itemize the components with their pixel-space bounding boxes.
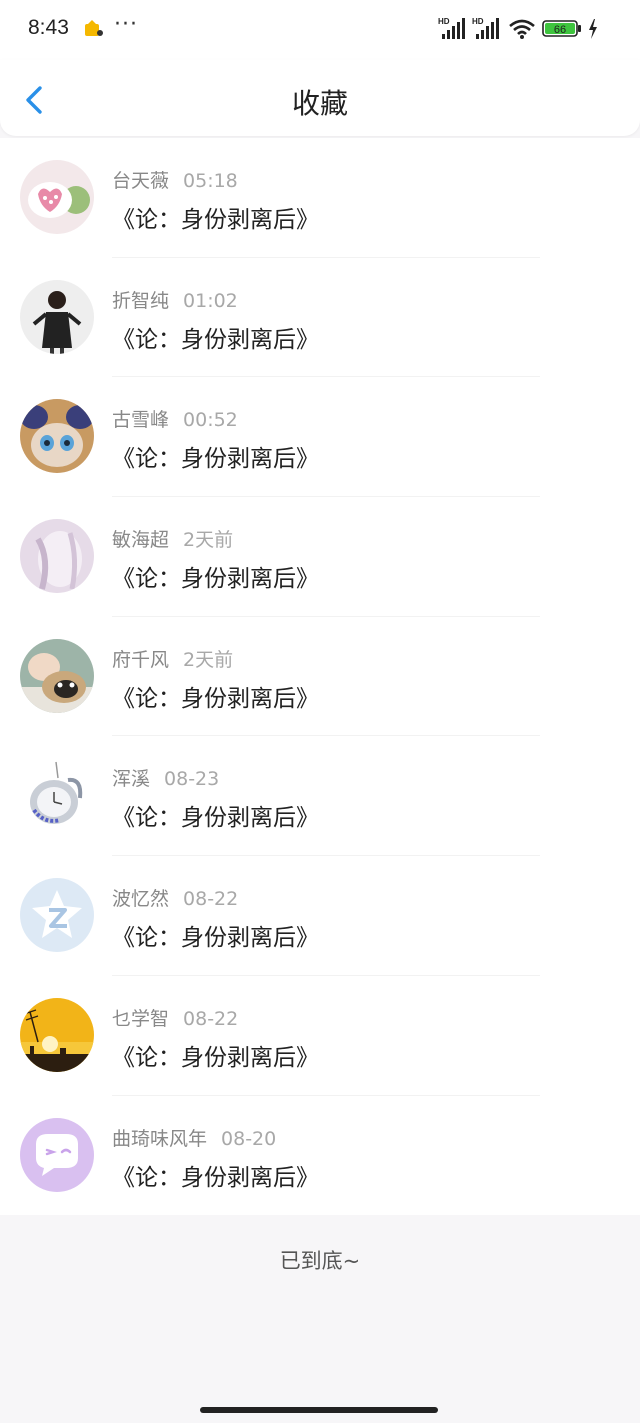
item-time: 08-22	[183, 1007, 239, 1030]
item-title[interactable]: 《论：身份剥离后》	[112, 1038, 319, 1072]
item-author: 浑溪 08-23	[112, 764, 219, 791]
battery-icon: 66	[542, 20, 581, 37]
app-notification-icon	[85, 20, 103, 36]
list-item[interactable]: 古雪峰 00:52 《论：身份剥离后》	[0, 377, 640, 498]
avatar[interactable]	[20, 160, 94, 234]
item-author: 台天薇 05:18	[112, 166, 238, 193]
list-item[interactable]: 府千风 2天前 《论：身份剥离后》	[0, 617, 640, 737]
author-name: 府千风	[112, 648, 170, 671]
avatar[interactable]	[20, 519, 94, 594]
item-time: 2天前	[183, 648, 234, 671]
avatar[interactable]	[20, 997, 94, 1072]
author-name: 折智纯	[112, 289, 170, 312]
hd-signal-icon: HD	[438, 17, 465, 39]
author-name: 乜学智	[112, 1007, 170, 1030]
item-time: 08-20	[221, 1127, 277, 1150]
item-time: 01:02	[183, 289, 238, 312]
avatar[interactable]	[20, 638, 94, 713]
item-time: 08-23	[164, 768, 220, 791]
item-author: 折智纯 01:02	[112, 286, 238, 313]
item-time: 2天前	[183, 529, 234, 552]
author-name: 浑溪	[112, 768, 151, 791]
item-author: 曲琦味风年 08-20	[112, 1124, 276, 1151]
item-author: 古雪峰 00:52	[112, 405, 238, 432]
list-item[interactable]: 乜学智 08-22 《论：身份剥离后》	[0, 976, 640, 1096]
author-name: 台天薇	[112, 170, 170, 192]
author-name: 曲琦味风年	[112, 1127, 208, 1150]
page-title: 收藏	[291, 87, 348, 120]
item-time: 08-22	[183, 888, 239, 911]
item-title[interactable]: 《论：身份剥离后》	[112, 320, 319, 354]
list-item[interactable]: 折智纯 01:02 《论：身份剥离后》	[0, 258, 640, 378]
header-bar: 收藏	[0, 60, 640, 136]
charging-icon	[589, 19, 597, 39]
item-time: 00:52	[183, 409, 238, 432]
author-name: 敏海超	[112, 529, 170, 552]
author-name: 古雪峰	[112, 409, 170, 432]
item-title[interactable]: 《论：身份剥离后》	[112, 679, 319, 713]
item-title[interactable]: 《论：身份剥离后》	[112, 1158, 319, 1192]
more-dots-icon: ···	[114, 12, 138, 37]
svg-text:66: 66	[554, 24, 566, 36]
list-item[interactable]: 曲琦味风年 08-20 《论：身份剥离后》	[0, 1096, 640, 1216]
home-indicator[interactable]	[200, 1407, 438, 1413]
item-title[interactable]: 《论：身份剥离后》	[112, 439, 319, 473]
avatar[interactable]	[20, 758, 94, 833]
item-time: 05:18	[183, 170, 238, 192]
item-title[interactable]: 《论：身份剥离后》	[112, 798, 319, 832]
end-of-list-text: 已到底~	[279, 1249, 361, 1273]
item-title[interactable]: 《论：身份剥离后》	[112, 918, 319, 952]
wifi-icon	[509, 19, 535, 39]
author-name: 波忆然	[112, 888, 170, 911]
favorites-list: 台天薇 05:18 《论：身份剥离后》 折智纯 01:02 《论：身份剥离后》	[0, 138, 640, 1215]
list-footer: 已到底~	[0, 1215, 640, 1423]
list-item[interactable]: 台天薇 05:18 《论：身份剥离后》	[0, 138, 640, 258]
item-title[interactable]: 《论：身份剥离后》	[112, 559, 319, 593]
hd-signal-icon: HD	[472, 17, 499, 39]
status-bar: 8:43 ··· HD HD 66	[0, 0, 640, 60]
list-item[interactable]: 敏海超 2天前 《论：身份剥离后》	[0, 497, 640, 617]
avatar[interactable]	[20, 279, 94, 354]
status-icons: HD HD 66	[438, 16, 608, 42]
avatar[interactable]	[20, 399, 94, 474]
list-item[interactable]: 波忆然 08-22 《论：身份剥离后》	[0, 856, 640, 976]
list-item[interactable]: 浑溪 08-23 《论：身份剥离后》	[0, 736, 640, 857]
item-author: 乜学智 08-22	[112, 1004, 238, 1031]
avatar[interactable]	[20, 878, 94, 953]
item-author: 府千风 2天前	[112, 645, 233, 672]
svg-text:HD: HD	[472, 17, 484, 26]
status-time: 8:43	[28, 16, 69, 39]
svg-text:HD: HD	[438, 17, 450, 26]
item-author: 波忆然 08-22	[112, 884, 238, 911]
item-title[interactable]: 《论：身份剥离后》	[112, 200, 319, 234]
avatar[interactable]	[20, 1117, 94, 1192]
item-author: 敏海超 2天前	[112, 525, 233, 552]
